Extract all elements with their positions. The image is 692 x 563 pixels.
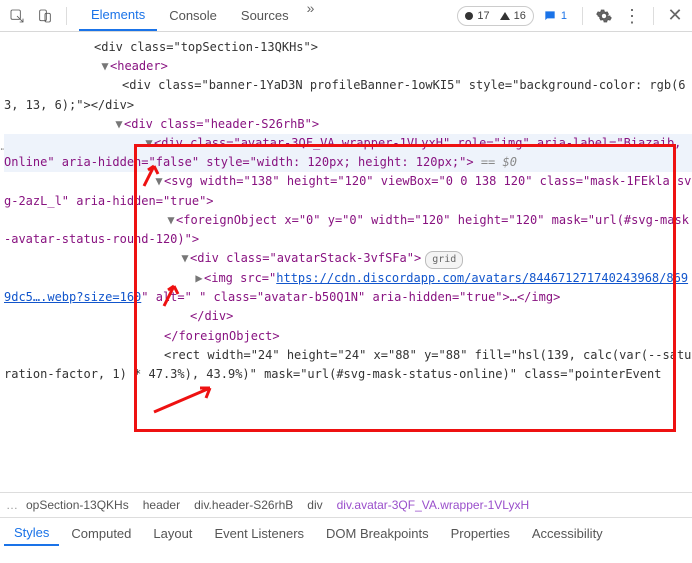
breadcrumb-item[interactable]: div xyxy=(301,496,328,514)
kebab-menu-icon[interactable]: ⋮ xyxy=(619,3,645,29)
separator xyxy=(653,7,654,25)
tab-sources[interactable]: Sources xyxy=(229,0,301,31)
main-tabs: Elements Console Sources » xyxy=(79,0,320,31)
issues-badge[interactable]: 1 xyxy=(536,6,574,26)
expand-caret-icon[interactable]: ▶ xyxy=(194,269,204,288)
inspect-icon[interactable] xyxy=(4,3,30,29)
styles-pane-tabs: Styles Computed Layout Event Listeners D… xyxy=(0,518,692,548)
tab-dom-breakpoints[interactable]: DOM Breakpoints xyxy=(316,522,439,545)
settings-gear-icon[interactable] xyxy=(591,3,617,29)
elements-tree[interactable]: ⋯ <div class="topSection-13QKHs"> ▼<head… xyxy=(0,32,692,492)
tab-elements[interactable]: Elements xyxy=(79,0,157,31)
separator xyxy=(582,7,583,25)
grid-badge[interactable]: grid xyxy=(425,251,463,269)
tree-row[interactable]: ▼<header> xyxy=(4,57,692,76)
expand-caret-icon[interactable]: ▼ xyxy=(100,57,110,76)
tree-row[interactable]: </foreignObject> xyxy=(4,327,692,346)
device-toggle-icon[interactable] xyxy=(32,3,58,29)
annotation-arrow-icon xyxy=(150,382,220,422)
breadcrumb-overflow-icon[interactable]: … xyxy=(6,498,18,512)
tree-row[interactable]: ▶<img src="https://cdn.discordapp.com/av… xyxy=(4,269,692,307)
tree-row[interactable]: </div> xyxy=(4,307,692,326)
tree-row[interactable]: ▼<foreignObject x="0" y="0" width="120" … xyxy=(4,211,692,249)
tab-event-listeners[interactable]: Event Listeners xyxy=(204,522,314,545)
breadcrumb-item[interactable]: header xyxy=(137,496,186,514)
warning-count: 16 xyxy=(514,10,526,22)
tab-accessibility[interactable]: Accessibility xyxy=(522,522,613,545)
tab-layout[interactable]: Layout xyxy=(143,522,202,545)
expand-caret-icon[interactable]: ▼ xyxy=(166,211,176,230)
issues-count: 1 xyxy=(561,10,567,22)
separator xyxy=(66,7,67,25)
error-warning-counter[interactable]: 17 16 xyxy=(457,6,534,26)
breadcrumb-item[interactable]: opSection-13QKHs xyxy=(20,496,135,514)
error-dot-icon xyxy=(465,12,473,20)
expand-caret-icon[interactable]: ▼ xyxy=(180,249,190,268)
tree-row[interactable]: <rect width="24" height="24" x="88" y="8… xyxy=(4,346,692,384)
expand-caret-icon[interactable]: ▼ xyxy=(144,134,154,153)
close-devtools-icon[interactable]: ✕ xyxy=(662,3,688,29)
tab-styles[interactable]: Styles xyxy=(4,521,59,546)
breadcrumb-item[interactable]: div.header-S26rhB xyxy=(188,496,299,514)
warning-triangle-icon xyxy=(500,12,510,20)
tab-properties[interactable]: Properties xyxy=(441,522,520,545)
tab-console[interactable]: Console xyxy=(157,0,229,31)
tree-row-selected[interactable]: ▼<div class="avatar-3QF_VA wrapper-1VLyx… xyxy=(4,134,692,172)
tree-row[interactable]: <div class="banner-1YaD3N profileBanner-… xyxy=(4,76,692,114)
devtools-toolbar: Elements Console Sources » 17 16 1 ⋮ ✕ xyxy=(0,0,692,32)
tree-row[interactable]: ▼<svg width="138" height="120" viewBox="… xyxy=(4,172,692,210)
breadcrumb-item-selected[interactable]: div.avatar-3QF_VA.wrapper-1VLyxH xyxy=(331,496,536,514)
tree-row[interactable]: ▼<div class="avatarStack-3vfSFa">grid xyxy=(4,249,692,269)
breadcrumb: … opSection-13QKHs header div.header-S26… xyxy=(0,492,692,518)
tree-row[interactable]: <div class="topSection-13QKHs"> xyxy=(4,38,692,57)
tab-computed[interactable]: Computed xyxy=(61,522,141,545)
error-count: 17 xyxy=(477,10,489,22)
expand-caret-icon[interactable]: ▼ xyxy=(114,115,124,134)
expand-caret-icon[interactable]: ▼ xyxy=(154,172,164,191)
tree-row[interactable]: ▼<div class="header-S26rhB"> xyxy=(4,115,692,134)
more-tabs-chevron-icon[interactable]: » xyxy=(301,0,321,31)
